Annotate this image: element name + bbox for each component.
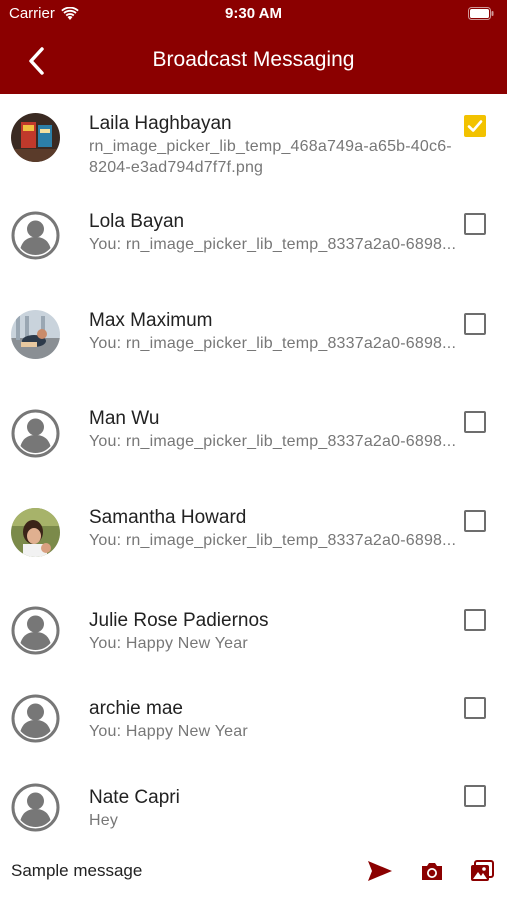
contact-name: Samantha Howard xyxy=(89,507,247,528)
status-time: 9:30 AM xyxy=(225,5,282,22)
select-checkbox[interactable] xyxy=(464,785,486,807)
message-composer xyxy=(0,846,507,900)
contact-row[interactable]: Max Maximum You: rn_image_picker_lib_temp… xyxy=(0,294,507,392)
contact-row[interactable]: Samantha Howard You: rn_image_picker_lib_… xyxy=(0,490,507,589)
camera-icon[interactable] xyxy=(418,858,446,884)
select-checkbox[interactable] xyxy=(464,697,486,719)
last-message-preview: You: Happy New Year xyxy=(89,723,248,740)
contact-name: Max Maximum xyxy=(89,310,213,331)
contact-row[interactable]: Laila Haghbayan rn_image_picker_lib_temp_… xyxy=(0,94,507,194)
contact-row[interactable]: archie mae You: Happy New Year xyxy=(0,677,507,765)
last-message-preview: Hey xyxy=(89,812,119,829)
battery-icon xyxy=(468,7,494,20)
select-checkbox[interactable] xyxy=(464,313,486,335)
photo-avatar xyxy=(11,310,60,359)
last-message-preview: You: Happy New Year xyxy=(89,635,248,652)
default-user-avatar-icon xyxy=(11,211,60,260)
contact-row[interactable]: Man Wu You: rn_image_picker_lib_temp_8337… xyxy=(0,392,507,490)
contact-name: archie mae xyxy=(89,698,183,719)
last-message-preview: You: rn_image_picker_lib_temp_8337a2a0-6… xyxy=(89,335,457,352)
contact-name: Julie Rose Padiernos xyxy=(89,610,269,631)
select-checkbox[interactable] xyxy=(464,510,486,532)
select-checkbox[interactable] xyxy=(464,115,486,137)
status-bar: Carrier 9:30 AM xyxy=(0,0,507,28)
select-checkbox[interactable] xyxy=(464,213,486,235)
select-checkbox[interactable] xyxy=(464,411,486,433)
contact-name: Lola Bayan xyxy=(89,211,185,232)
contact-row[interactable]: Julie Rose Padiernos You: Happy New Year xyxy=(0,589,507,677)
default-user-avatar-icon xyxy=(11,606,60,655)
default-user-avatar-icon xyxy=(11,409,60,458)
last-message-preview: You: rn_image_picker_lib_temp_8337a2a0-6… xyxy=(89,532,457,549)
photo-avatar xyxy=(11,508,60,557)
photo-avatar xyxy=(11,113,60,162)
contact-name: Man Wu xyxy=(89,408,160,429)
default-user-avatar-icon xyxy=(11,783,60,832)
last-message-preview: rn_image_picker_lib_temp_468a749a-a65b-4… xyxy=(89,138,452,176)
header-bar: Carrier 9:30 AM Broadcast Messaging xyxy=(0,0,507,94)
select-checkbox[interactable] xyxy=(464,609,486,631)
checkmark-icon xyxy=(467,120,483,132)
last-message-preview: You: rn_image_picker_lib_temp_8337a2a0-6… xyxy=(89,236,457,253)
send-icon[interactable] xyxy=(366,858,394,884)
contact-row[interactable]: Nate Capri Hey xyxy=(0,765,507,845)
default-user-avatar-icon xyxy=(11,694,60,743)
navigation-bar: Broadcast Messaging xyxy=(0,36,507,84)
image-gallery-icon[interactable] xyxy=(468,858,496,884)
contact-name: Nate Capri xyxy=(89,787,180,808)
message-input[interactable] xyxy=(11,858,341,884)
last-message-preview: You: rn_image_picker_lib_temp_8337a2a0-6… xyxy=(89,433,457,450)
contact-name: Laila Haghbayan xyxy=(89,113,232,134)
page-title: Broadcast Messaging xyxy=(152,48,355,71)
contact-row[interactable]: Lola Bayan You: rn_image_picker_lib_temp_… xyxy=(0,194,507,294)
